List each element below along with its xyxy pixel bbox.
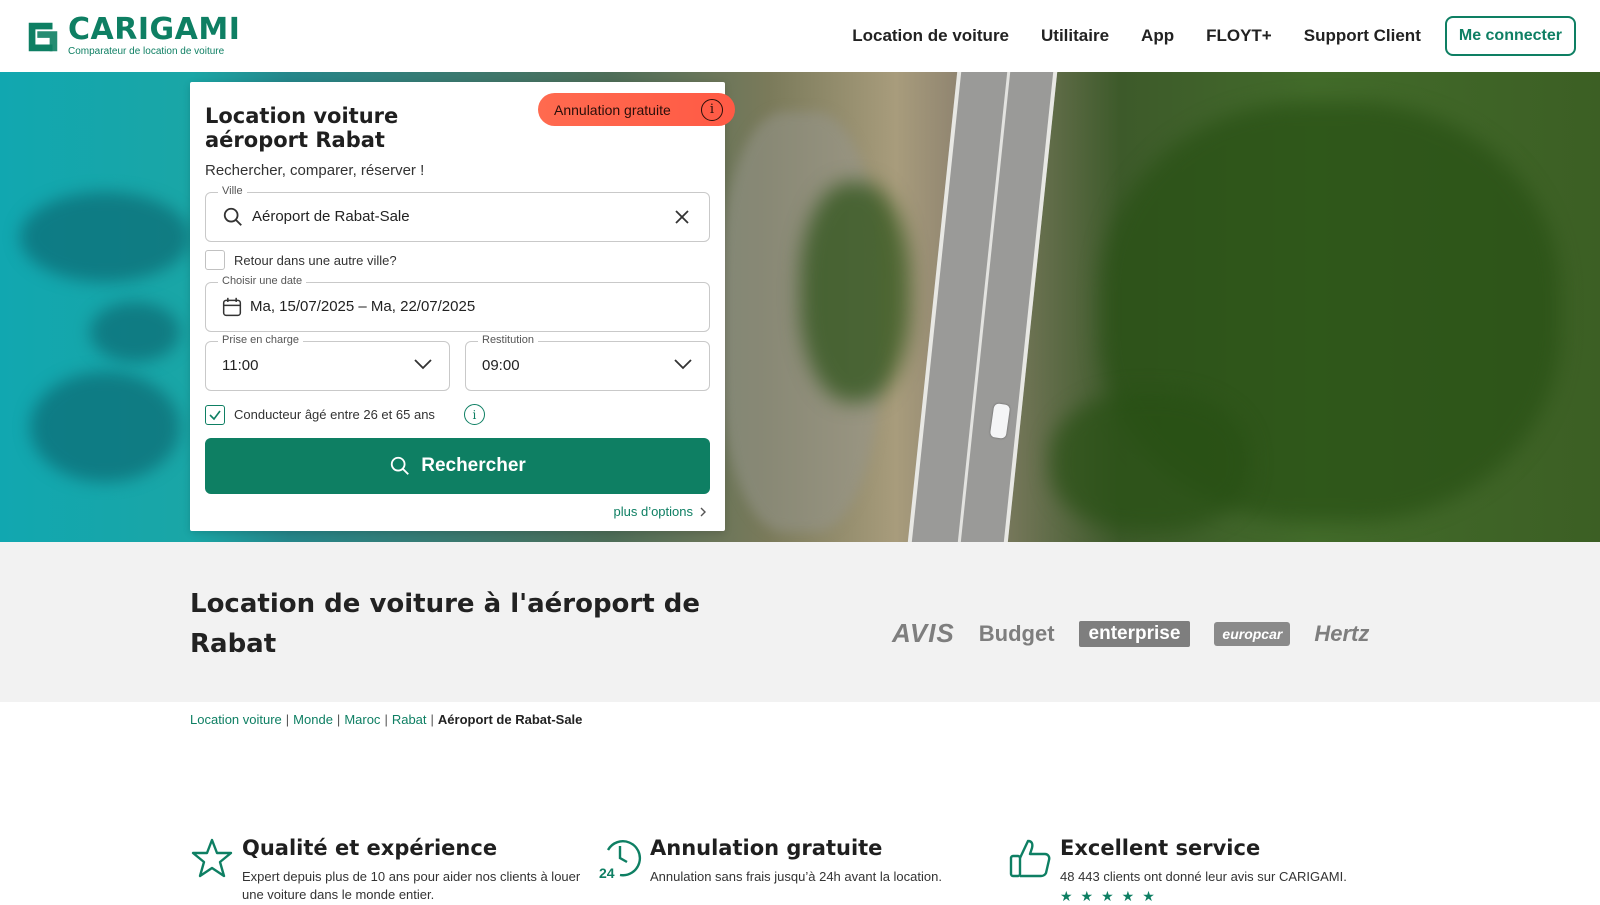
city-field-label: Ville: [218, 185, 247, 197]
driver-age-row[interactable]: Conducteur âgé entre 26 et 65 ans i: [205, 404, 485, 425]
breadcrumb-separator: |: [285, 712, 290, 727]
main-nav: Location de voiture Utilitaire App FLOYT…: [852, 16, 1576, 56]
feature-text: 48 443 clients ont donné leur avis sur C…: [1060, 869, 1347, 884]
driver-age-checkbox[interactable]: [205, 404, 225, 425]
enterprise-logo: enterprise: [1078, 620, 1191, 647]
feature-text: Annulation sans frais jusqu’à 24h avant …: [650, 869, 942, 884]
breadcrumb-monde[interactable]: Monde: [293, 712, 333, 727]
more-options-label: plus d’options: [613, 504, 694, 519]
carigami-logo-icon: [28, 22, 58, 52]
city-field[interactable]: Ville Aéroport de Rabat-Sale: [205, 185, 710, 242]
search-card-title: Location voiture aéroport Rabat: [205, 104, 399, 153]
driver-age-label: Conducteur âgé entre 26 et 65 ans: [234, 407, 435, 422]
logo[interactable]: CARIGAMI Comparateur de location de voit…: [24, 15, 240, 57]
search-icon: [223, 207, 242, 226]
feature-title: Excellent service: [1060, 836, 1261, 860]
feature-free-cancellation: 24 Annulation gratuite Annulation sans f…: [598, 836, 995, 886]
city-value[interactable]: Aéroport de Rabat-Sale: [252, 208, 410, 225]
europcar-logo: europcar: [1214, 621, 1291, 646]
breadcrumb-location-voiture[interactable]: Location voiture: [190, 712, 282, 727]
star-icon: [191, 838, 233, 878]
rental-brands: AVIS Budget enterprise europcar Hertz: [892, 618, 1369, 649]
return-other-city-label: Retour dans une autre ville?: [234, 252, 397, 268]
hertz-logo: Hertz: [1314, 620, 1370, 646]
chevron-down-icon: [674, 359, 692, 370]
search-card-subtitle: Rechercher, comparer, réserver !: [205, 162, 425, 180]
feature-title: Qualité et expérience: [242, 836, 498, 860]
calendar-icon: [222, 297, 242, 317]
chevron-right-icon: [700, 507, 706, 516]
return-label: Restitution: [478, 334, 538, 346]
section-title: Location de voiture à l'aéroport de Raba…: [190, 589, 700, 660]
free-cancellation-badge[interactable]: Annulation gratuite i: [538, 93, 735, 126]
free-cancellation-label: Annulation gratuite: [554, 101, 671, 118]
nav-support-client[interactable]: Support Client: [1304, 26, 1421, 46]
return-time-select[interactable]: Restitution 09:00: [465, 334, 710, 391]
return-other-city-row[interactable]: Retour dans une autre ville?: [205, 250, 397, 270]
close-icon[interactable]: [673, 208, 691, 226]
logo-tagline: Comparateur de location de voiture: [68, 46, 225, 57]
pickup-value: 11:00: [222, 357, 259, 374]
check-icon: [209, 410, 221, 420]
clock-24-label: 24: [599, 865, 615, 880]
avis-logo: AVIS: [892, 618, 955, 648]
search-card: Location voiture aéroport Rabat Recherch…: [190, 82, 725, 531]
breadcrumb-current: Aéroport de Rabat-Sale: [437, 712, 583, 727]
return-other-city-checkbox[interactable]: [205, 250, 225, 270]
breadcrumb-rabat[interactable]: Rabat: [392, 712, 427, 727]
search-button-label: Rechercher: [421, 455, 526, 476]
date-field-label: Choisir une date: [218, 275, 307, 287]
pickup-label: Prise en charge: [218, 334, 304, 346]
login-button[interactable]: Me connecter: [1444, 16, 1576, 56]
nav-floyt[interactable]: FLOYT+: [1206, 26, 1272, 46]
info-icon[interactable]: i: [463, 404, 485, 425]
info-icon[interactable]: i: [701, 98, 723, 121]
date-field[interactable]: Choisir une date Ma, 15/07/2025 – Ma, 22…: [205, 275, 710, 332]
breadcrumb-maroc[interactable]: Maroc: [344, 712, 380, 727]
rating-stars: ★★★★★: [1060, 887, 1163, 904]
feature-text: Expert depuis plus de 10 ans pour aider …: [242, 869, 581, 902]
logo-wordmark: CARIGAMI: [68, 12, 241, 47]
breadcrumb-separator: |: [336, 712, 341, 727]
return-value: 09:00: [482, 357, 520, 374]
chevron-down-icon: [414, 359, 432, 370]
breadcrumb-separator: |: [384, 712, 388, 727]
nav-utilitaire[interactable]: Utilitaire: [1041, 26, 1109, 46]
feature-title: Annulation gratuite: [650, 836, 883, 860]
nav-location-de-voiture[interactable]: Location de voiture: [852, 26, 1009, 46]
breadcrumb: Location voiture | Monde | Maroc | Rabat…: [190, 712, 582, 727]
clock-24-icon: 24: [599, 840, 642, 880]
thumbs-up-icon: [1009, 839, 1051, 878]
search-icon: [391, 456, 410, 475]
feature-excellent-service: Excellent service 48 443 clients ont don…: [1008, 836, 1405, 905]
more-options-link[interactable]: plus d’options: [614, 504, 708, 519]
pickup-time-select[interactable]: Prise en charge 11:00: [205, 334, 450, 391]
nav-app[interactable]: App: [1141, 26, 1174, 46]
airport-section: Location de voiture à l'aéroport de Raba…: [0, 542, 1600, 702]
road: [904, 72, 1060, 542]
budget-logo: Budget: [978, 620, 1055, 646]
date-value[interactable]: Ma, 15/07/2025 – Ma, 22/07/2025: [250, 298, 475, 315]
header: CARIGAMI Comparateur de location de voit…: [0, 0, 1600, 72]
search-button[interactable]: Rechercher: [205, 438, 710, 494]
breadcrumb-separator: |: [430, 712, 434, 727]
feature-quality: Qualité et expérience Expert depuis plus…: [190, 836, 587, 903]
